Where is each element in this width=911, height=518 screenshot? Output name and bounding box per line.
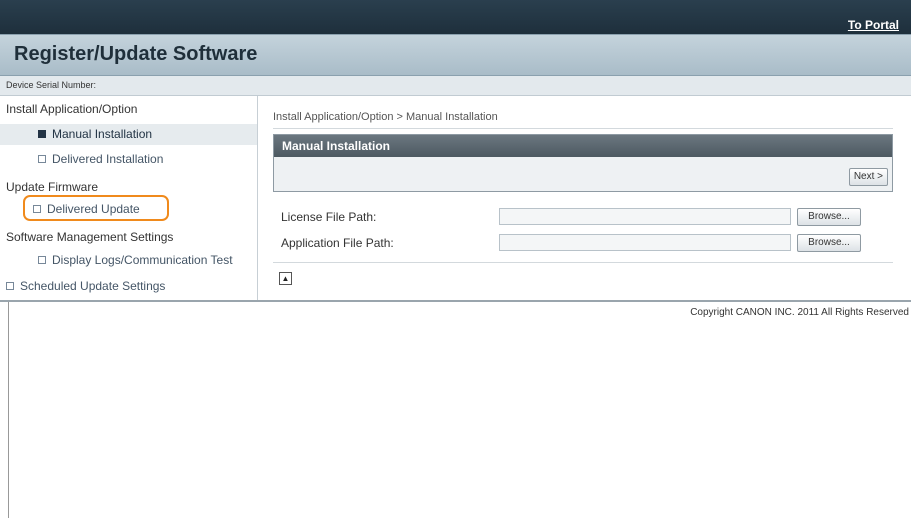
breadcrumb: Install Application/Option > Manual Inst… [273, 111, 498, 123]
divider [0, 300, 911, 302]
frame-edge [8, 302, 9, 518]
sidebar-item-label: Manual Installation [52, 127, 153, 141]
sidebar-item-scheduled-update[interactable]: Scheduled Update Settings [6, 279, 165, 293]
title-bar: Register/Update Software [0, 34, 911, 76]
sidebar-group-install[interactable]: Install Application/Option [6, 102, 137, 116]
sidebar-item-delivered-installation[interactable]: Delivered Installation [38, 152, 163, 166]
sidebar-item-label: Display Logs/Communication Test [52, 253, 233, 267]
top-bar: To Portal [0, 0, 911, 34]
application-browse-button[interactable]: Browse... [797, 234, 861, 252]
device-serial-bar: Device Serial Number: [0, 76, 911, 96]
panel-title: Manual Installation [274, 135, 892, 157]
device-serial-label: Device Serial Number: [6, 80, 97, 90]
bullet-icon [38, 129, 46, 138]
page-title: Register/Update Software [14, 43, 258, 65]
copyright-text: Copyright CANON INC. 2011 All Rights Res… [690, 307, 909, 318]
main-content: Install Application/Option > Manual Inst… [258, 96, 911, 300]
license-browse-button[interactable]: Browse... [797, 208, 861, 226]
sidebar-item-label: Delivered Installation [52, 152, 164, 166]
to-portal-link[interactable]: To Portal [848, 18, 899, 32]
application-file-path-label: Application File Path: [281, 236, 394, 250]
bullet-icon [6, 281, 14, 290]
sidebar-item-display-logs[interactable]: Display Logs/Communication Test [38, 253, 233, 267]
sidebar-item-manual-installation[interactable]: Manual Installation [0, 124, 257, 145]
bullet-icon [38, 154, 46, 163]
application-file-path-field[interactable] [499, 234, 791, 251]
divider [273, 128, 893, 129]
sidebar-group-firmware[interactable]: Update Firmware [6, 180, 98, 194]
manual-installation-panel: Manual Installation Next > [273, 134, 893, 192]
divider [273, 262, 893, 263]
license-file-path-label: License File Path: [281, 210, 377, 224]
license-file-path-field[interactable] [499, 208, 791, 225]
scroll-to-top-icon[interactable]: ▲ [279, 272, 292, 285]
highlight-callout [23, 195, 169, 221]
sidebar-group-management[interactable]: Software Management Settings [6, 230, 173, 244]
sidebar-item-label: Scheduled Update Settings [20, 279, 166, 293]
next-button[interactable]: Next > [848, 168, 888, 186]
bullet-icon [38, 255, 46, 264]
